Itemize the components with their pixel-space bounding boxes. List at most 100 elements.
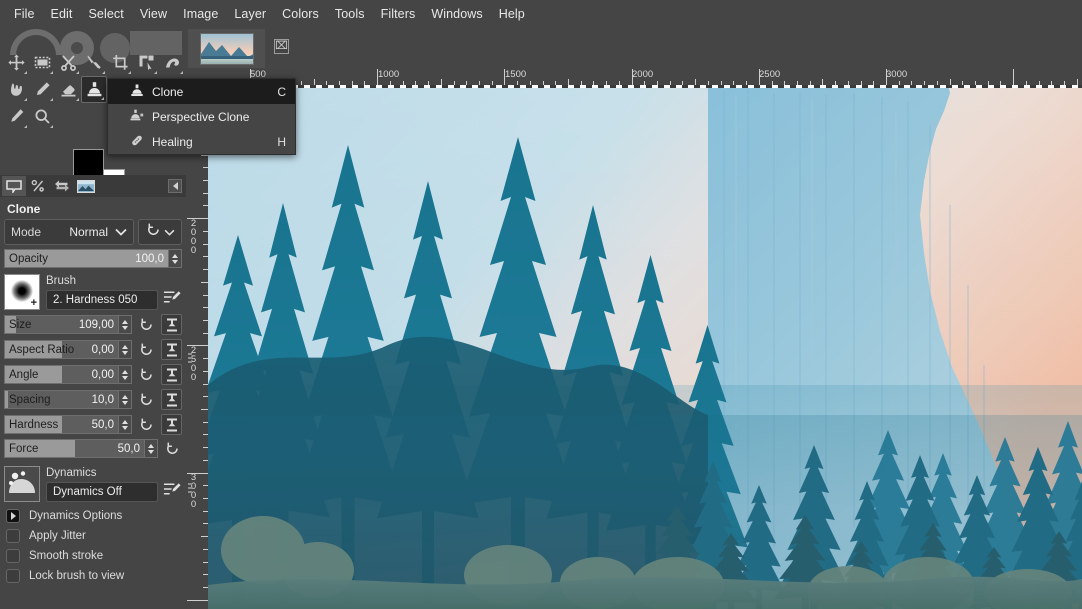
apply-jitter-checkbox[interactable]: Apply Jitter xyxy=(0,526,186,546)
image-canvas[interactable] xyxy=(208,85,1082,609)
move-tool[interactable] xyxy=(3,49,29,76)
hardness-slider[interactable]: Hardness 50,0 xyxy=(4,415,119,434)
vertical-ruler[interactable]: 1500 2000 2500 3000 xyxy=(186,85,208,609)
aspect-ratio-reset-icon[interactable] xyxy=(137,340,156,359)
mode-label: Mode xyxy=(11,225,42,239)
ruler-label: 3000 xyxy=(886,69,908,80)
tab-device-status[interactable] xyxy=(26,176,50,196)
hardness-reset-icon[interactable] xyxy=(137,415,156,434)
menu-select[interactable]: Select xyxy=(81,4,132,24)
tab-images[interactable] xyxy=(74,176,98,196)
menu-tools[interactable]: Tools xyxy=(327,4,373,24)
menu-edit[interactable]: Edit xyxy=(43,4,81,24)
foreground-color-swatch[interactable] xyxy=(73,149,104,175)
brush-value[interactable]: 2. Hardness 050 xyxy=(46,290,158,310)
spacing-slider[interactable]: Spacing 10,0 xyxy=(4,390,119,409)
dynamics-value[interactable]: Dynamics Off xyxy=(46,482,158,502)
spacing-stepper[interactable] xyxy=(119,390,132,409)
dynamics-options-label: Dynamics Options xyxy=(29,510,123,522)
ruler-tick xyxy=(187,600,208,601)
opacity-stepper[interactable] xyxy=(169,249,182,268)
image-tabstrip: ⌧ xyxy=(186,27,1082,68)
menu-filters[interactable]: Filters xyxy=(373,4,424,24)
force-stepper[interactable] xyxy=(145,439,158,458)
ruler-label: 2000 xyxy=(632,69,654,80)
spacing-row: Spacing 10,0 xyxy=(0,389,186,410)
menu-image[interactable]: Image xyxy=(175,4,226,24)
angle-reset-icon[interactable] xyxy=(137,365,156,384)
mode-select[interactable]: Mode Normal xyxy=(4,219,134,245)
ruler-tick xyxy=(187,345,208,346)
eraser-tool[interactable] xyxy=(55,76,81,103)
dynamics-preview[interactable] xyxy=(4,466,40,502)
menu-layer[interactable]: Layer xyxy=(226,4,274,24)
hardness-label: Hardness xyxy=(9,418,59,431)
size-slider[interactable]: Size 109,00 xyxy=(4,315,119,334)
menu-item-healing[interactable]: Healing H xyxy=(108,129,295,154)
angle-lock-icon[interactable] xyxy=(161,364,182,385)
pencil-tool[interactable] xyxy=(29,76,55,103)
menu-file[interactable]: File xyxy=(6,4,43,24)
apply-jitter-label: Apply Jitter xyxy=(29,530,86,542)
size-lock-icon[interactable] xyxy=(161,314,182,335)
angle-stepper[interactable] xyxy=(119,365,132,384)
ruler-tick xyxy=(632,69,633,85)
menu-item-label: Clone xyxy=(152,84,184,99)
aspect-ratio-lock-icon[interactable] xyxy=(161,339,182,360)
tab-undo-history[interactable] xyxy=(50,176,74,196)
size-reset-icon[interactable] xyxy=(137,315,156,334)
aspect-ratio-stepper[interactable] xyxy=(119,340,132,359)
clone-icon xyxy=(130,83,144,100)
zoom-tool[interactable] xyxy=(29,103,55,130)
dynamics-edit-icon[interactable] xyxy=(163,480,182,499)
mode-reset-dropdown[interactable] xyxy=(138,219,182,245)
perspective-clone-icon xyxy=(130,108,144,125)
ruler-tick xyxy=(187,473,208,474)
close-icon[interactable]: ⌧ xyxy=(274,39,289,54)
angle-value: 0,00 xyxy=(91,368,114,381)
hardness-stepper[interactable] xyxy=(119,415,132,434)
force-reset-icon[interactable] xyxy=(163,439,182,458)
hardness-lock-icon[interactable] xyxy=(161,414,182,435)
spacing-lock-icon[interactable] xyxy=(161,389,182,410)
tool-options-title: Clone xyxy=(7,202,41,216)
scissors-select-tool[interactable] xyxy=(55,49,81,76)
size-stepper[interactable] xyxy=(119,315,132,334)
horizontal-ruler[interactable]: 500 1000 1500 2000 2500 3000 xyxy=(208,68,1082,85)
brush-preview[interactable]: + xyxy=(4,274,40,310)
canvas-area: ⌧ 500 1000 1500 2000 2500 3000 1500 2000… xyxy=(186,27,1082,609)
unified-transform-tool[interactable] xyxy=(133,49,159,76)
angle-slider[interactable]: Angle 0,00 xyxy=(4,365,119,384)
clone-tool[interactable] xyxy=(81,76,107,103)
spacing-reset-icon[interactable] xyxy=(137,390,156,409)
tab-tool-options[interactable] xyxy=(2,176,26,196)
image-tab[interactable] xyxy=(188,29,265,68)
lock-brush-to-view-checkbox[interactable]: Lock brush to view xyxy=(0,566,186,586)
menu-help[interactable]: Help xyxy=(491,4,533,24)
rectangle-select-tool[interactable] xyxy=(29,49,55,76)
bucket-fill-tool[interactable] xyxy=(159,49,185,76)
menu-item-perspective-clone[interactable]: Perspective Clone xyxy=(108,104,295,129)
spacing-label: Spacing xyxy=(9,393,51,406)
smooth-stroke-checkbox[interactable]: Smooth stroke xyxy=(0,546,186,566)
ink-tool[interactable] xyxy=(3,103,29,130)
opacity-slider[interactable]: Opacity 100,0 xyxy=(4,249,169,268)
brush-edit-icon[interactable] xyxy=(163,288,182,307)
menu-colors[interactable]: Colors xyxy=(274,4,327,24)
ruler-tick xyxy=(201,155,208,156)
menu-windows[interactable]: Windows xyxy=(423,4,490,24)
ruler-tick xyxy=(1013,69,1014,85)
menu-item-clone[interactable]: Clone C xyxy=(108,79,295,104)
aspect-ratio-slider[interactable]: Aspect Ratio 0,00 xyxy=(4,340,119,359)
dynamics-caption: Dynamics xyxy=(46,467,97,479)
checkbox-icon xyxy=(6,549,20,563)
dynamics-row: Dynamics Dynamics Off xyxy=(0,462,186,506)
dock-menu-button[interactable] xyxy=(168,179,182,193)
smudge-tool[interactable] xyxy=(3,76,29,103)
menu-view[interactable]: View xyxy=(132,4,175,24)
paths-tool[interactable] xyxy=(81,49,107,76)
crop-tool[interactable] xyxy=(107,49,133,76)
force-slider[interactable]: Force 50,0 xyxy=(4,439,145,458)
dynamics-options-expander[interactable]: Dynamics Options xyxy=(0,506,186,526)
aspect-ratio-row: Aspect Ratio 0,00 xyxy=(0,339,186,360)
